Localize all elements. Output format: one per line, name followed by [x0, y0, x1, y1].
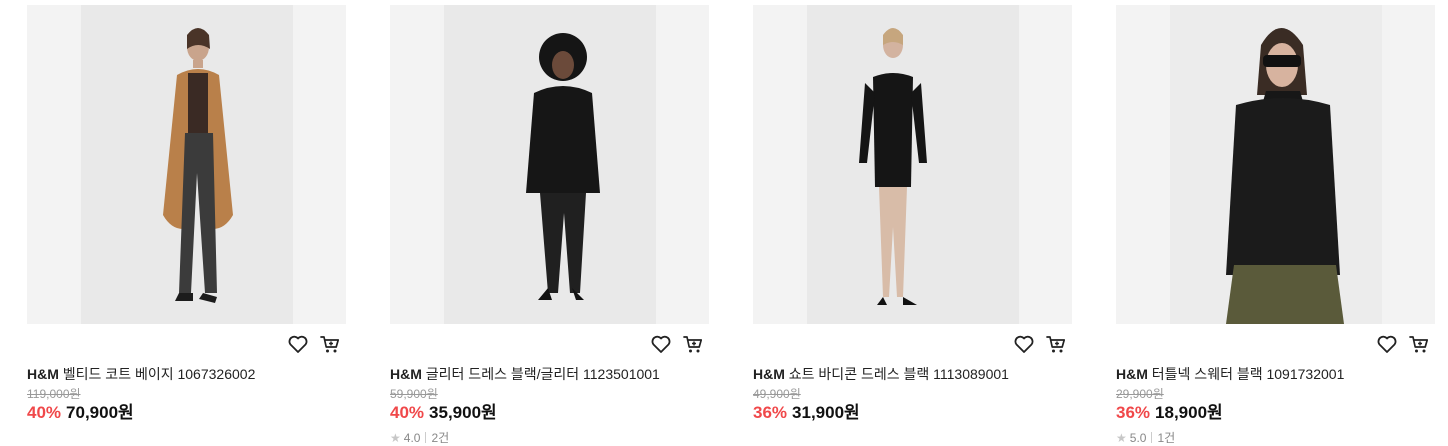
product-image[interactable]	[1116, 5, 1435, 324]
product-brand: H&M	[390, 366, 422, 382]
product-image[interactable]	[27, 5, 346, 324]
product-card[interactable]: H&M 글리터 드레스 블랙/글리터 1123501001 59,900원 40…	[390, 5, 709, 446]
sale-price: 18,900원	[1155, 403, 1223, 422]
heart-icon[interactable]	[1012, 332, 1036, 356]
product-brand: H&M	[27, 366, 59, 382]
rating-score: 4.0	[403, 430, 421, 445]
rating-score: 5.0	[1129, 430, 1147, 445]
product-name: 터틀넥 스웨터 블랙 1091732001	[1151, 366, 1345, 382]
original-price: 29,900원	[1116, 387, 1164, 401]
product-brand: H&M	[753, 366, 785, 382]
product-card[interactable]: H&M 쇼트 바디콘 드레스 블랙 1113089001 49,900원 36%…	[753, 5, 1072, 424]
product-title[interactable]: H&M 쇼트 바디콘 드레스 블랙 1113089001	[753, 365, 1072, 383]
price-line: 36% 18,900원	[1116, 402, 1435, 424]
sale-price: 31,900원	[792, 403, 860, 422]
heart-icon[interactable]	[649, 332, 673, 356]
discount-rate: 40%	[27, 403, 62, 422]
product-image[interactable]	[753, 5, 1072, 324]
discount-rate: 36%	[1116, 403, 1151, 422]
discount-rate: 36%	[753, 403, 788, 422]
price-line: 40% 70,900원	[27, 402, 346, 424]
product-card[interactable]: H&M 터틀넥 스웨터 블랙 1091732001 29,900원 36% 18,…	[1116, 5, 1435, 446]
price-line: 36% 31,900원	[753, 402, 1072, 424]
product-title[interactable]: H&M 터틀넥 스웨터 블랙 1091732001	[1116, 365, 1435, 383]
heart-icon[interactable]	[286, 332, 310, 356]
review-count[interactable]: 1건	[1157, 429, 1175, 446]
product-name: 글리터 드레스 블랙/글리터 1123501001	[425, 366, 660, 382]
product-name: 쇼트 바디콘 드레스 블랙 1113089001	[788, 366, 1009, 382]
product-title[interactable]: H&M 벨티드 코트 베이지 1067326002	[27, 365, 346, 383]
divider	[425, 432, 427, 443]
product-card[interactable]: H&M 벨티드 코트 베이지 1067326002 119,000원 40% 70…	[27, 5, 346, 424]
sale-price: 70,900원	[66, 403, 134, 422]
cart-icon[interactable]	[318, 332, 342, 356]
star-icon: ★	[1116, 430, 1127, 445]
rating: ★ 4.0 2건	[390, 429, 709, 446]
rating: ★ 5.0 1건	[1116, 429, 1435, 446]
cart-icon[interactable]	[1407, 332, 1431, 356]
discount-rate: 40%	[390, 403, 425, 422]
product-brand: H&M	[1116, 366, 1148, 382]
cart-icon[interactable]	[1044, 332, 1068, 356]
star-icon: ★	[390, 430, 401, 445]
cart-icon[interactable]	[681, 332, 705, 356]
sale-price: 35,900원	[429, 403, 497, 422]
product-name: 벨티드 코트 베이지 1067326002	[62, 366, 256, 382]
original-price: 119,000원	[27, 387, 81, 401]
original-price: 59,900원	[390, 387, 438, 401]
price-line: 40% 35,900원	[390, 402, 709, 424]
product-image[interactable]	[390, 5, 709, 324]
divider	[1151, 432, 1153, 443]
heart-icon[interactable]	[1375, 332, 1399, 356]
original-price: 49,900원	[753, 387, 801, 401]
product-title[interactable]: H&M 글리터 드레스 블랙/글리터 1123501001	[390, 365, 709, 383]
review-count[interactable]: 2건	[431, 429, 449, 446]
